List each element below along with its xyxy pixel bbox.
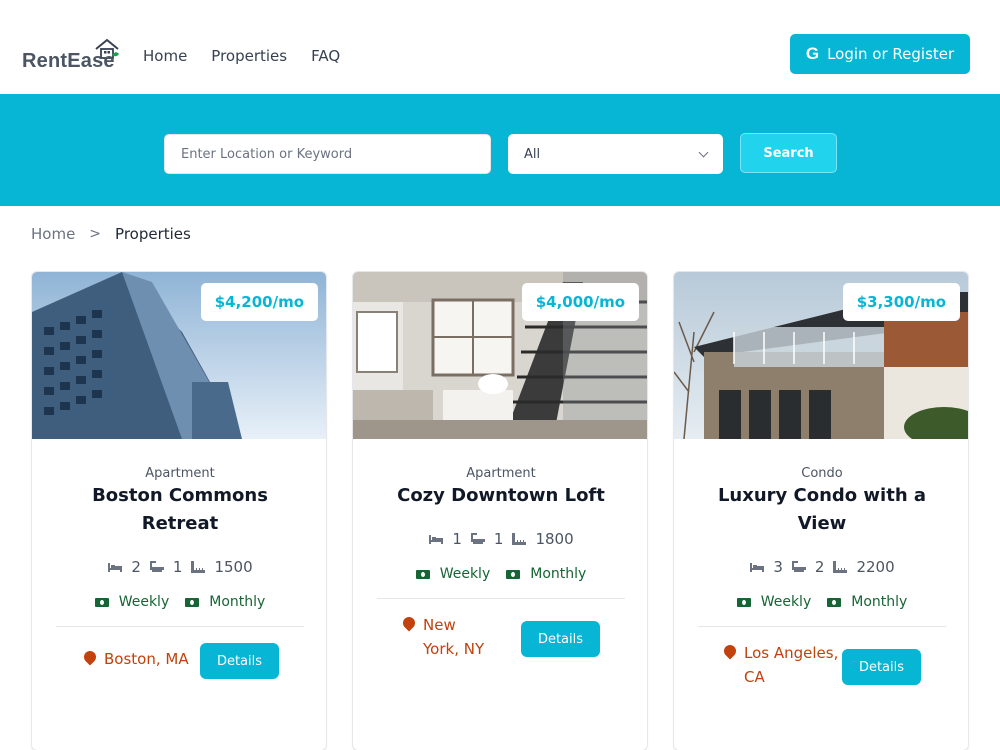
beds-count: 3 [773, 558, 783, 576]
map-pin-icon [81, 648, 99, 666]
rate-weekly: Weekly [118, 594, 170, 610]
logo[interactable]: RentEase [22, 38, 122, 78]
sqft-value: 2200 [856, 558, 895, 576]
location-text: New York, NY [423, 616, 485, 658]
details-button[interactable]: Details [521, 621, 600, 657]
property-image[interactable]: $4,200/mo [32, 272, 326, 439]
baths-count: 1 [493, 530, 504, 548]
property-location: Los Angeles, CA [721, 641, 844, 689]
bath-icon [791, 561, 806, 572]
property-location: New York, NY [400, 613, 493, 661]
bath-icon [149, 561, 164, 572]
baths-count: 2 [814, 558, 825, 576]
beds-count: 2 [131, 558, 141, 576]
money-icon [827, 597, 842, 607]
property-type: Apartment [145, 466, 215, 481]
bath-icon [470, 533, 485, 544]
money-icon [185, 597, 200, 607]
ruler-icon [512, 533, 527, 545]
property-type-select[interactable]: All [508, 134, 723, 174]
property-stats: 2 1 1500 [32, 558, 326, 576]
property-card: $4,000/mo Apartment Cozy Downtown Loft 1… [352, 271, 648, 750]
search-band: All Search [0, 94, 1000, 206]
google-icon: G [805, 44, 820, 63]
property-stats: 1 1 1800 [353, 530, 647, 548]
property-title: Cozy Downtown Loft [397, 485, 605, 506]
rate-options: Weekly Monthly [353, 566, 647, 582]
search-input[interactable] [164, 134, 491, 174]
property-location: Boston, MA [81, 647, 189, 671]
nav-home[interactable]: Home [143, 47, 187, 65]
ruler-icon [833, 561, 848, 573]
bed-icon [750, 563, 765, 572]
sqft-value: 1500 [214, 558, 253, 576]
money-icon [94, 597, 109, 607]
price-badge: $3,300/mo [842, 283, 960, 321]
property-card: $4,200/mo Apartment Boston Commons Retre… [31, 271, 327, 750]
beds-count: 1 [452, 530, 462, 548]
details-button[interactable]: Details [842, 649, 921, 685]
logo-text: RentEase [22, 50, 115, 72]
login-register-button[interactable]: G Login or Register [790, 34, 970, 74]
money-icon [506, 569, 521, 579]
baths-count: 1 [172, 558, 183, 576]
bed-icon [108, 563, 123, 572]
rate-options: Weekly Monthly [674, 594, 968, 610]
property-image[interactable]: $4,000/mo [353, 272, 647, 439]
location-text: Los Angeles, CA [744, 644, 839, 686]
property-type: Apartment [466, 466, 536, 481]
price-badge: $4,000/mo [521, 283, 639, 321]
details-button[interactable]: Details [200, 643, 279, 679]
main-nav: Home Properties FAQ [143, 47, 340, 65]
rate-options: Weekly Monthly [32, 594, 326, 610]
rate-monthly: Monthly [530, 566, 587, 582]
money-icon [415, 569, 430, 579]
property-image[interactable]: $3,300/mo [674, 272, 968, 439]
property-type-value: All [524, 146, 541, 162]
nav-faq[interactable]: FAQ [311, 47, 340, 65]
property-title: Boston Commons Retreat [92, 485, 268, 534]
search-button[interactable]: Search [740, 133, 837, 173]
property-stats: 3 2 2200 [674, 558, 968, 576]
ruler-icon [191, 561, 206, 573]
rate-weekly: Weekly [760, 594, 812, 610]
location-text: Boston, MA [104, 650, 189, 668]
property-card: $3,300/mo Condo Luxury Condo with a View… [673, 271, 969, 750]
rate-monthly: Monthly [209, 594, 266, 610]
property-title: Luxury Condo with a View [717, 485, 927, 534]
money-icon [736, 597, 751, 607]
bed-icon [429, 535, 444, 544]
rate-monthly: Monthly [851, 594, 908, 610]
login-register-label: Login or Register [827, 45, 955, 63]
nav-properties[interactable]: Properties [211, 47, 287, 65]
breadcrumb: Home > Properties [31, 225, 191, 243]
chevron-down-icon [698, 147, 709, 157]
rate-weekly: Weekly [439, 566, 491, 582]
breadcrumb-separator: > [89, 226, 102, 242]
breadcrumb-home[interactable]: Home [31, 225, 75, 243]
map-pin-icon [400, 614, 418, 632]
map-pin-icon [721, 642, 739, 660]
breadcrumb-current: Properties [115, 225, 191, 243]
site-header: RentEase Home Properties FAQ G Login or … [0, 0, 1000, 94]
property-type: Condo [801, 466, 843, 481]
price-badge: $4,200/mo [200, 283, 318, 321]
sqft-value: 1800 [535, 530, 574, 548]
